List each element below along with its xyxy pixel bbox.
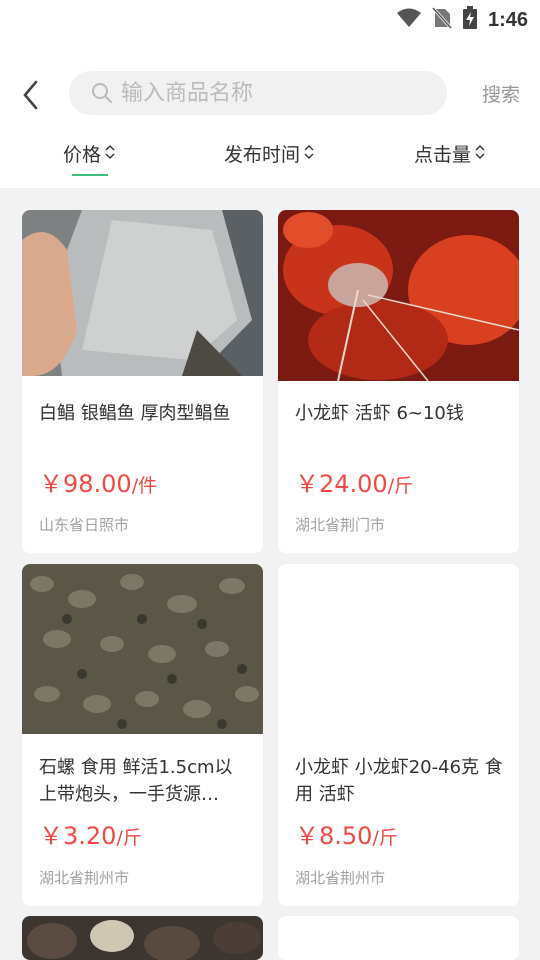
- price-value: ￥3.20: [39, 822, 117, 850]
- search-icon: [92, 83, 112, 103]
- price-unit: /斤: [372, 827, 398, 849]
- product-image-mushrooms: [22, 916, 263, 960]
- price-unit: /斤: [116, 827, 142, 849]
- clock: 1:46: [487, 8, 528, 31]
- tab-clicks[interactable]: 点击量: [414, 140, 486, 167]
- product-card[interactable]: 石螺 食用 鲜活1.5cm以上带炮头，一手货源… ￥3.20/斤 湖北省荆州市: [22, 564, 263, 906]
- sort-arrows-icon: [474, 143, 486, 165]
- product-card[interactable]: 白鲳 银鲳鱼 厚肉型鲳鱼 ￥98.00/件 山东省日照市: [22, 210, 263, 553]
- product-price: ￥8.50/斤: [295, 816, 398, 851]
- product-price: ￥24.00/斤: [295, 464, 413, 499]
- product-location: 山东省日照市: [39, 516, 130, 534]
- product-location: 湖北省荆州市: [39, 869, 130, 887]
- price-value: ￥24.00: [295, 470, 388, 498]
- battery-charging-icon: [462, 6, 478, 34]
- status-bar: 1:46: [0, 0, 540, 36]
- product-card[interactable]: [22, 916, 263, 960]
- no-sim-icon: [431, 6, 453, 33]
- chevron-left-icon: [23, 80, 38, 110]
- tab-label: 点击量: [414, 144, 472, 166]
- price-unit: /斤: [387, 475, 414, 497]
- product-image-crayfish: [278, 210, 519, 381]
- product-price: ￥3.20/斤: [39, 816, 142, 851]
- product-title: 小龙虾 活虾 6~10钱: [295, 403, 464, 424]
- product-image-snails: [22, 564, 263, 734]
- price-value: ￥98.00: [39, 470, 132, 498]
- tab-label: 发布时间: [224, 144, 301, 166]
- tab-price[interactable]: 价格: [63, 140, 116, 167]
- status-icons: 1:46: [396, 6, 528, 34]
- tab-label: 价格: [63, 144, 102, 166]
- product-title: 白鲳 银鲳鱼 厚肉型鲳鱼: [39, 403, 231, 424]
- product-card[interactable]: 小龙虾 活虾 6~10钱 ￥24.00/斤 湖北省荆门市: [278, 210, 519, 553]
- product-price: ￥98.00/件: [39, 464, 157, 499]
- product-location: 湖北省荆州市: [295, 869, 386, 887]
- product-title: 小龙虾 小龙虾20-46克 食用 活虾: [295, 757, 503, 805]
- sort-arrows-icon: [303, 143, 315, 165]
- product-image-pomfret: [22, 210, 263, 376]
- price-unit: /件: [131, 475, 158, 497]
- active-tab-indicator: [72, 174, 108, 176]
- price-value: ￥8.50: [295, 822, 373, 850]
- product-card[interactable]: 小龙虾 小龙虾20-46克 食用 活虾 ￥8.50/斤 湖北省荆州市: [278, 564, 519, 906]
- search-input[interactable]: [121, 80, 421, 106]
- product-image-placeholder: [278, 564, 519, 734]
- product-card[interactable]: [278, 916, 519, 960]
- tab-publish-time[interactable]: 发布时间: [224, 140, 315, 167]
- sort-tabs: 价格 发布时间 点击量: [0, 132, 540, 188]
- wifi-icon: [396, 8, 422, 32]
- product-title: 石螺 食用 鲜活1.5cm以上带炮头，一手货源…: [39, 757, 233, 805]
- search-box[interactable]: [69, 71, 447, 115]
- product-image-placeholder: [278, 916, 519, 960]
- sort-arrows-icon: [104, 143, 116, 165]
- product-location: 湖北省荆门市: [295, 516, 386, 534]
- header: 搜索 价格 发布时间 点击量: [0, 36, 540, 188]
- back-button[interactable]: [16, 76, 46, 114]
- search-button[interactable]: 搜索: [482, 80, 520, 107]
